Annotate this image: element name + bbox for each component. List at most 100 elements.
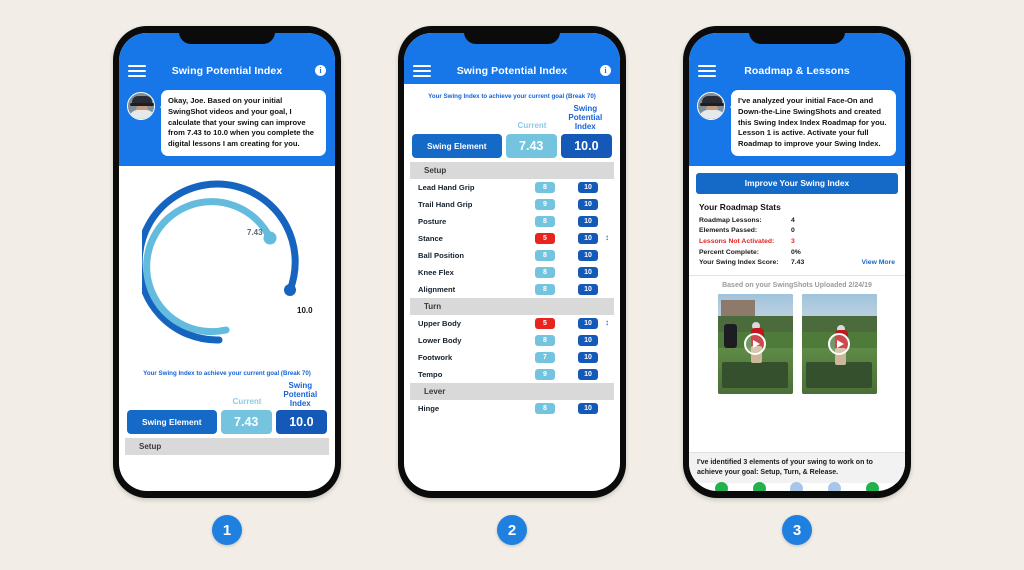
stat-row: Percent Complete: 0% — [699, 248, 895, 259]
element-name: Lower Body — [418, 335, 462, 345]
step-badge-2: 2 — [497, 515, 527, 545]
element-row[interactable]: Trail Hand Grip 9 10 — [404, 196, 620, 213]
element-goal-score: 10 — [578, 215, 598, 227]
element-row[interactable]: Posture 8 10 — [404, 213, 620, 230]
section-header[interactable]: Lever — [410, 382, 614, 400]
section-header-setup[interactable]: Setup — [125, 438, 329, 456]
assistant-message: Okay, Joe. Based on your initial SwingSh… — [160, 90, 326, 156]
element-current-score: 5 — [535, 232, 555, 244]
element-row[interactable]: Ball Position 8 10 — [404, 247, 620, 264]
column-headers: Current Swing Potential Index — [404, 102, 620, 134]
column-header-potential: Swing Potential Index — [568, 104, 603, 132]
play-icon[interactable] — [744, 332, 766, 355]
section-header[interactable]: Turn — [410, 297, 614, 315]
hamburger-icon[interactable] — [413, 64, 431, 77]
element-current-score: 8 — [535, 215, 555, 227]
gauge-goal-value: 10.0 — [297, 305, 313, 315]
goal-note: Your Swing Index to achieve your current… — [428, 93, 596, 100]
avatar — [697, 92, 725, 120]
element-current-score: 8 — [535, 283, 555, 295]
assistant-message-area: I've analyzed your initial Face-On and D… — [689, 84, 905, 166]
stat-key: Roadmap Lessons: — [699, 216, 762, 224]
gauge-svg — [142, 180, 299, 344]
element-goal-score: 10 — [578, 402, 598, 414]
element-row[interactable]: Lead Hand Grip 8 10 — [404, 179, 620, 196]
hamburger-icon[interactable] — [698, 64, 716, 77]
element-row[interactable]: Upper Body 5 10 ↕ — [404, 315, 620, 332]
step-badge-1: 1 — [212, 515, 242, 545]
phone-1-screen: Swing Potential Index i Okay, Joe. Based… — [119, 33, 335, 491]
stat-row: Roadmap Lessons: 4 — [699, 216, 895, 227]
element-row[interactable]: Stance 5 10 ↕ — [404, 230, 620, 247]
screenshot-stage: Swing Potential Index i Okay, Joe. Based… — [0, 0, 1024, 570]
swing-element-list[interactable]: Setup Lead Hand Grip 8 10 Trail Hand Grip 9 10… — [404, 161, 620, 417]
swing-element-label: Swing Element — [412, 133, 502, 158]
phone-2-screen: Swing Potential Index i Your Swing Index… — [404, 33, 620, 491]
roadmap-stats-panel: Your Roadmap Stats Roadmap Lessons: 4 Elem… — [689, 200, 905, 276]
element-current-score: 9 — [535, 198, 555, 210]
element-name: Knee Flex — [418, 267, 454, 277]
improvement-arrow-icon: ↕ — [605, 318, 609, 328]
element-goal-score: 10 — [578, 351, 598, 363]
section-header[interactable]: Setup — [410, 161, 614, 179]
progress-dot — [865, 481, 879, 491]
element-current-score: 8 — [535, 334, 555, 346]
current-score-chip[interactable]: 7.43 — [505, 133, 557, 158]
video-thumbnail-down-the-line[interactable] — [801, 293, 877, 394]
element-name: Upper Body — [418, 318, 462, 328]
hamburger-icon[interactable] — [128, 64, 146, 77]
phone-notch — [749, 26, 845, 44]
element-goal-score: 10 — [578, 317, 598, 329]
element-name: Alignment — [418, 284, 456, 294]
app-bar: Roadmap & Lessons — [689, 57, 905, 84]
swing-index-gauge: 7.43 10.0 — [119, 165, 335, 366]
stat-value: 3 — [791, 237, 795, 245]
element-name: Trail Hand Grip — [418, 199, 473, 209]
view-more-link[interactable]: View More — [862, 258, 896, 269]
footnote-message: I've identified 3 elements of your swing… — [689, 451, 905, 483]
element-name: Footwork — [418, 352, 453, 362]
element-row[interactable]: Tempo 9 10 — [404, 366, 620, 383]
element-row[interactable]: Hinge 8 10 — [404, 400, 620, 417]
play-icon[interactable] — [828, 332, 850, 355]
swing-element-label: Swing Element — [127, 410, 217, 435]
element-goal-score: 10 — [578, 249, 598, 261]
stat-key: Lessons Not Activated: — [699, 237, 775, 245]
current-score-chip[interactable]: 7.43 — [220, 410, 272, 435]
element-row[interactable]: Knee Flex 8 10 — [404, 264, 620, 281]
phone-3-screen: Roadmap & Lessons I've analyzed your ini… — [689, 33, 905, 491]
improvement-arrow-icon: ↕ — [605, 233, 609, 243]
based-on-label: Based on your SwingShots Uploaded 2/24/1… — [722, 281, 872, 289]
swing-element-row: Swing Element 7.43 10.0 — [404, 133, 620, 162]
element-row[interactable]: Footwork 7 10 — [404, 349, 620, 366]
stat-key: Your Swing Index Score: — [699, 259, 779, 267]
phone-2: Swing Potential Index i Your Swing Index… — [398, 26, 626, 498]
assistant-message: I've analyzed your initial Face-On and D… — [730, 90, 896, 156]
video-thumbnail-face-on[interactable] — [717, 293, 793, 394]
progress-dot — [752, 481, 766, 491]
element-goal-score: 10 — [578, 283, 598, 295]
goal-note: Your Swing Index to achieve your current… — [143, 369, 311, 377]
improve-swing-index-button[interactable]: Improve Your Swing Index — [696, 172, 898, 194]
element-current-score: 8 — [535, 249, 555, 261]
stat-key: Elements Passed: — [699, 227, 758, 235]
stat-value: 7.43 — [791, 259, 805, 267]
element-current-score: 8 — [535, 402, 555, 414]
element-goal-score: 10 — [578, 266, 598, 278]
column-header-current: Current — [517, 120, 547, 130]
stat-key: Percent Complete: — [699, 248, 760, 256]
stat-value: 4 — [791, 216, 795, 224]
element-name: Hinge — [418, 403, 440, 413]
element-name: Posture — [418, 216, 447, 226]
element-row[interactable]: Lower Body 8 10 — [404, 332, 620, 349]
phone-3: Roadmap & Lessons I've analyzed your ini… — [683, 26, 911, 498]
goal-score-chip[interactable]: 10.0 — [560, 133, 612, 158]
column-headers: Current Swing Potential Index — [119, 379, 335, 411]
info-icon[interactable]: i — [315, 65, 326, 76]
element-goal-score: 10 — [578, 368, 598, 380]
goal-score-chip[interactable]: 10.0 — [275, 410, 327, 435]
page-title: Swing Potential Index — [456, 64, 568, 77]
element-row[interactable]: Alignment 8 10 — [404, 281, 620, 298]
info-icon[interactable]: i — [600, 65, 611, 76]
stat-value: 0 — [791, 227, 795, 235]
